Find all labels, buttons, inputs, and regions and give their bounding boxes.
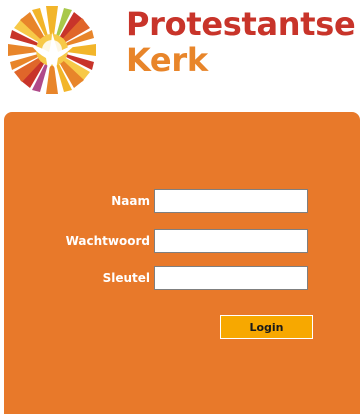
sleutel-row: Sleutel <box>4 266 360 292</box>
naam-label: Naam <box>111 194 150 208</box>
wachtwoord-row: Wachtwoord <box>4 229 360 255</box>
naam-input[interactable] <box>154 189 308 213</box>
brand-name-line1: Protestantse <box>126 5 356 43</box>
dove-sunburst-icon <box>6 4 114 96</box>
brand-wordmark: Protestantse Kerk <box>126 5 356 79</box>
login-button[interactable]: Login <box>220 315 313 339</box>
sleutel-input[interactable] <box>154 266 308 290</box>
brand-name-line2: Kerk <box>126 41 208 79</box>
wachtwoord-input[interactable] <box>154 229 308 253</box>
login-panel: Naam Wachtwoord Sleutel Login <box>4 112 360 414</box>
sleutel-label: Sleutel <box>102 271 150 285</box>
naam-row: Naam <box>4 189 360 215</box>
login-page: Protestantse Kerk Naam Wachtwoord Sleute… <box>0 0 360 414</box>
wachtwoord-label: Wachtwoord <box>65 234 150 248</box>
